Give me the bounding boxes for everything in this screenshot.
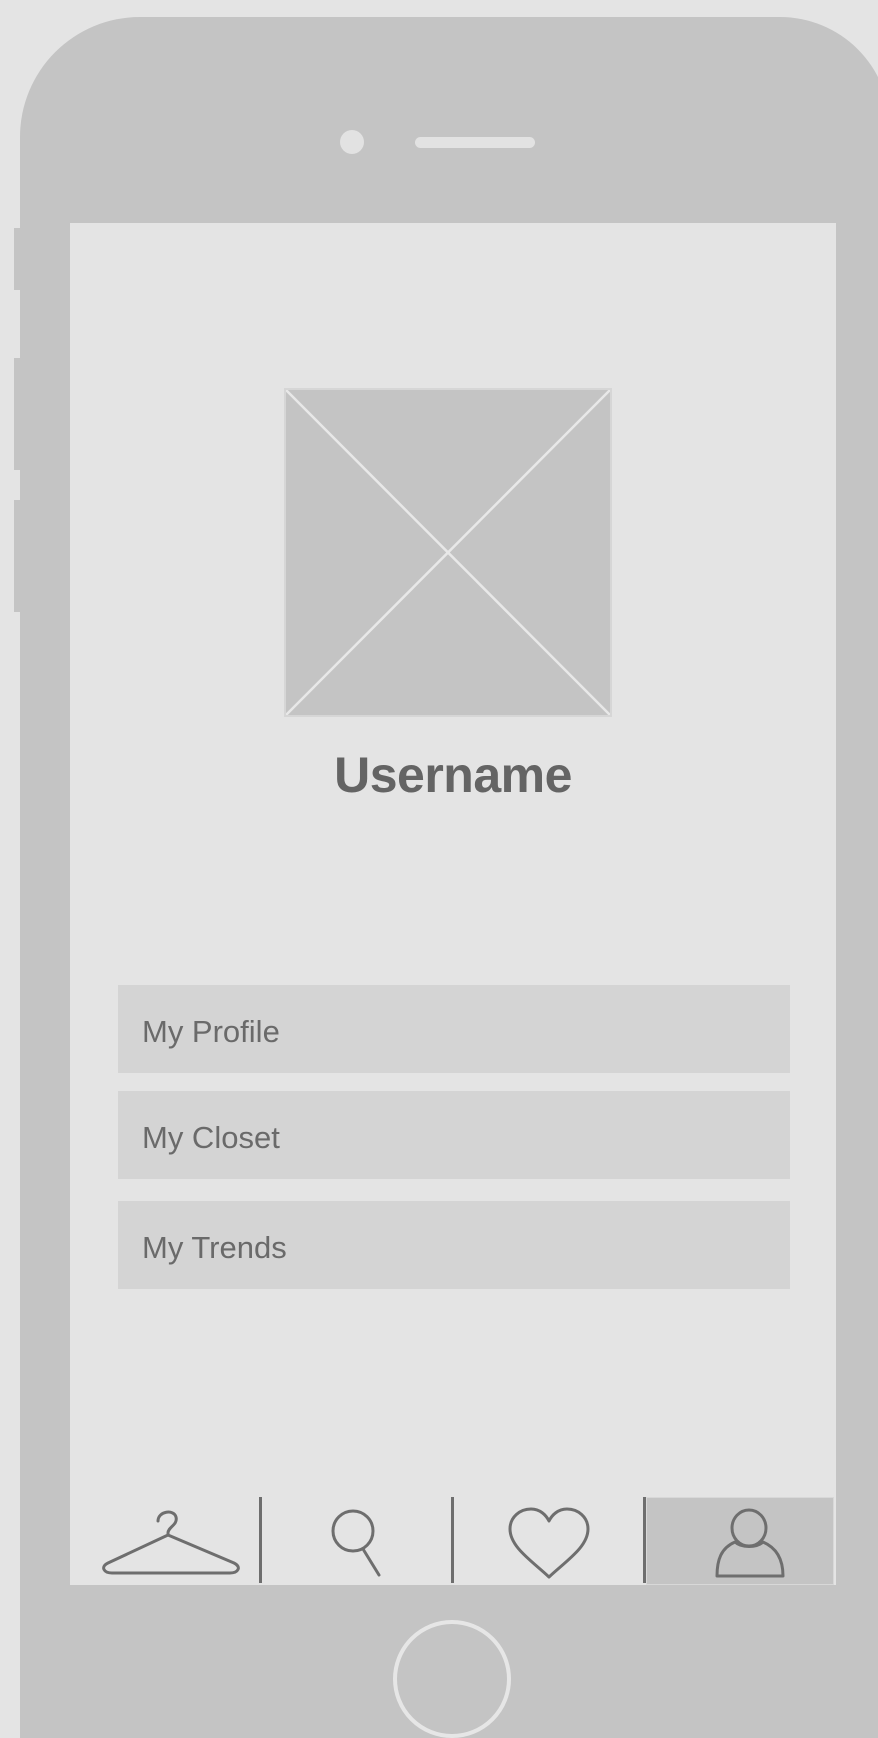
- bottom-tab-bar: [70, 1497, 836, 1585]
- home-button[interactable]: [393, 1620, 511, 1738]
- tab-closet[interactable]: [70, 1497, 260, 1585]
- user-icon: [715, 1508, 785, 1578]
- menu-item-my-closet[interactable]: My Closet: [118, 1091, 790, 1179]
- image-placeholder-icon: [283, 387, 613, 718]
- tab-profile[interactable]: [646, 1497, 834, 1585]
- volume-down-button: [14, 500, 22, 612]
- tab-favorites[interactable]: [454, 1497, 644, 1585]
- heart-icon: [508, 1507, 590, 1579]
- camera-icon: [340, 130, 364, 154]
- speaker-grille: [415, 137, 535, 148]
- menu-item-my-trends[interactable]: My Trends: [118, 1201, 790, 1289]
- phone-screen: Username My Profile My Closet My Trends: [70, 223, 836, 1585]
- username-label: Username: [334, 747, 572, 803]
- tab-search[interactable]: [262, 1497, 452, 1585]
- menu-item-label: My Trends: [142, 1230, 287, 1265]
- volume-up-button: [14, 358, 22, 470]
- menu-item-label: My Closet: [142, 1120, 280, 1155]
- hanger-icon: [102, 1510, 240, 1575]
- avatar-placeholder: [283, 387, 613, 718]
- canvas: Username My Profile My Closet My Trends: [0, 0, 878, 1738]
- search-icon: [331, 1509, 381, 1577]
- mute-switch: [14, 228, 22, 290]
- menu-item-my-profile[interactable]: My Profile: [118, 985, 790, 1073]
- menu-item-label: My Profile: [142, 1014, 280, 1049]
